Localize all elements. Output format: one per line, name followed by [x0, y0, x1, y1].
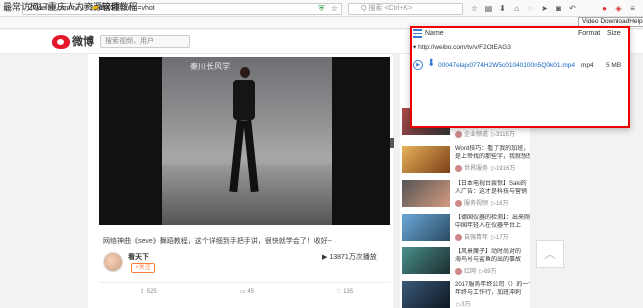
avatar[interactable]: [103, 252, 123, 272]
folder-icon: ▰: [92, 2, 99, 12]
chat-icon[interactable]: ◌: [526, 4, 535, 13]
dancer-figure: [240, 67, 250, 78]
list-item[interactable]: 红网 ▷69万: [455, 266, 497, 275]
recommendation-title[interactable]: 【日本电视台震惊】Saki的: [455, 180, 530, 188]
list-item[interactable]: 服务视频 ▷18万: [455, 198, 509, 207]
video-overlay-text: 秦川长风学: [190, 62, 230, 71]
bookmark-software-tutorials[interactable]: ▰ 软件教程: [92, 0, 137, 12]
comment-count: 45: [247, 289, 255, 295]
weibo-search-input[interactable]: 搜索视频，用户: [100, 35, 190, 48]
recommendation-title[interactable]: Word技巧：看了我的加班，千: [455, 145, 530, 153]
dancer-body: [233, 80, 255, 120]
search-input[interactable]: Q 搜索 <Ctrl+K>: [348, 3, 463, 15]
recommendation-author: 服务视频: [464, 201, 489, 207]
weibo-logo-icon[interactable]: [52, 35, 70, 49]
list-item[interactable]: ▷3万: [455, 299, 471, 308]
hamburger-menu-icon[interactable]: [413, 29, 422, 38]
share-count: 525: [146, 289, 157, 295]
recommendation-title[interactable]: 2017服务年终公司（）的一个，参加: [455, 281, 530, 289]
recommendation-title[interactable]: 【德国仪器的检测】：出来刚刚: [455, 214, 530, 222]
recommendation-thumbnail[interactable]: [402, 214, 450, 241]
like-button[interactable]: ♡ 135: [336, 288, 353, 295]
bookmark-label: 软件教程: [101, 2, 138, 12]
video-downloadhelper-icon[interactable]: ◈: [614, 4, 623, 13]
bookmark-star-icon[interactable]: ☆: [330, 4, 339, 13]
download-arrow-icon[interactable]: ⬇: [427, 58, 435, 70]
video-file-size: 5 MB: [606, 62, 622, 69]
star-icon[interactable]: ☆: [470, 4, 479, 13]
video-file-format: mp4: [581, 62, 594, 69]
downloadhelper-popup: [410, 26, 630, 128]
recommendation-thumbnail[interactable]: [402, 281, 450, 308]
home-icon[interactable]: ⌂: [512, 4, 521, 13]
chevron-up-icon[interactable]: ︿: [536, 240, 564, 268]
recommendation-views: 18万: [495, 201, 509, 207]
addon-icon[interactable]: ●: [600, 4, 609, 13]
recommendation-title[interactable]: 中国年轻人在仪器平台上: [455, 222, 530, 230]
recommendation-title[interactable]: 年终与工作行，加班冲刺: [455, 289, 530, 297]
avatar: [455, 267, 462, 275]
recommendation-author: 世界服务: [464, 166, 489, 172]
menu-icon[interactable]: ≡: [628, 4, 637, 13]
scroll-handle[interactable]: [390, 138, 394, 148]
recommendation-author: 红网: [464, 269, 477, 275]
video-floor: [162, 165, 332, 225]
recommendation-title[interactable]: 是上帝找的那些字，我就想想: [455, 153, 530, 161]
play-icon: ▶: [322, 254, 328, 261]
back-icon[interactable]: ↶: [568, 4, 577, 13]
recommendation-thumbnail[interactable]: [402, 180, 450, 207]
page-url-row[interactable]: ▾ http://weibo.com/tv/v/F2OtEAG3: [413, 43, 511, 51]
video-file-link[interactable]: 00047elajx0774H2W5c01040100n5Q0k01.mp4: [438, 62, 575, 69]
divider: [99, 282, 390, 283]
play-count-label: 13871万次播放: [329, 254, 377, 261]
chevron-down-icon: ▾: [413, 44, 417, 51]
recommendation-views: 69万: [483, 269, 497, 275]
follow-button[interactable]: +关注: [131, 263, 155, 273]
comment-icon: ▭: [240, 289, 246, 295]
avatar: [455, 130, 462, 138]
recommendation-thumbnail[interactable]: [402, 146, 450, 173]
page-url: http://weibo.com/tv/v/F2OtEAG3: [418, 44, 511, 51]
play-count: ▶ 13871万次播放: [322, 252, 377, 262]
like-count: 135: [343, 289, 354, 295]
play-icon[interactable]: ▶: [413, 60, 423, 70]
recommendation-title[interactable]: 人广告：这才是科技与营销: [455, 188, 530, 196]
avatar: [455, 233, 462, 241]
recommendation-views: 3万: [461, 302, 471, 308]
author-name[interactable]: 看天下: [128, 252, 149, 262]
list-item[interactable]: 企业频道 ▷3115万: [455, 129, 515, 138]
recommendation-views: 1916万: [495, 166, 516, 172]
recommendation-title[interactable]: 【风景魔子】动时尚对的: [455, 248, 530, 256]
share-icon: ⇪: [140, 289, 146, 295]
list-item[interactable]: 世界服务 ▷1916万: [455, 163, 515, 172]
clipboard-icon[interactable]: ▤: [484, 4, 493, 13]
column-format: Format: [578, 30, 601, 37]
share-button[interactable]: ⇪ 525: [140, 288, 157, 295]
like-icon: ♡: [336, 289, 342, 295]
recommendation-title[interactable]: 海鸟号与鲨鱼的出的事故: [455, 256, 530, 264]
camera-icon[interactable]: ◙: [554, 4, 563, 13]
recommendation-thumbnail[interactable]: [402, 247, 450, 274]
video-caption: 网络神曲《seve》舞蹈教程，这个详细到手把手讲，很快就学会了！收好~: [103, 238, 332, 245]
recommendation-author: 企业频道: [464, 132, 489, 138]
recommendation-views: 3115万: [495, 132, 515, 138]
comment-button[interactable]: ▭ 45: [240, 288, 254, 295]
avatar: [455, 199, 462, 207]
avatar: [455, 164, 462, 172]
shield-icon[interactable]: ⛨: [317, 4, 326, 13]
weibo-logo-text[interactable]: 微博: [72, 34, 94, 50]
list-item[interactable]: 自强青年 ▷17万: [455, 232, 509, 241]
recommendation-views: 17万: [495, 235, 509, 241]
recommendation-author: 自强青年: [464, 235, 489, 241]
column-size: Size: [607, 30, 621, 37]
download-icon[interactable]: ⬇: [498, 4, 507, 13]
send-icon[interactable]: ➤: [540, 4, 549, 13]
